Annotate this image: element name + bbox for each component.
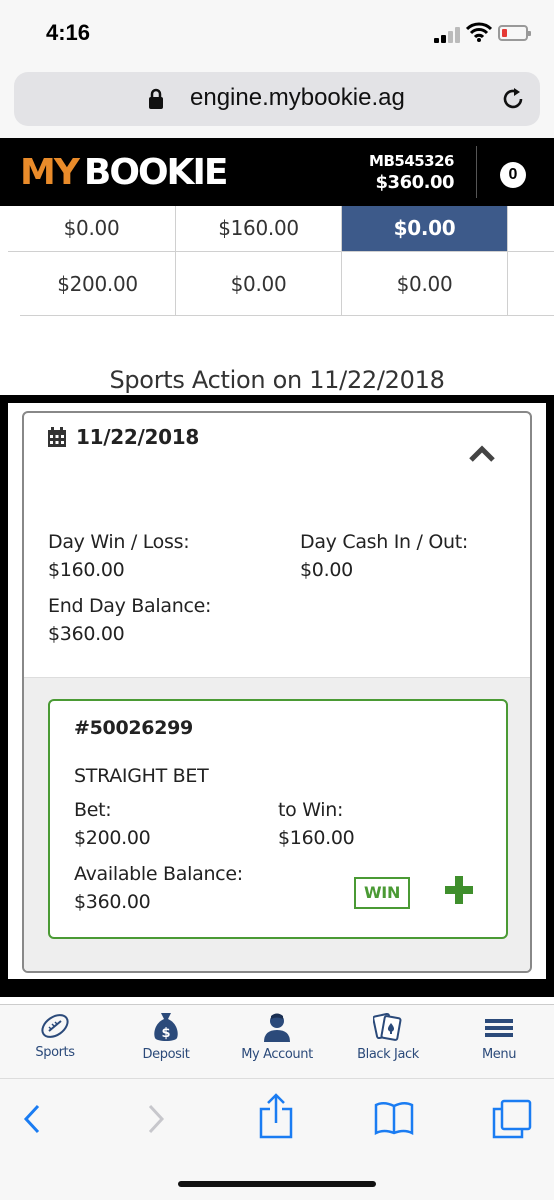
nav-deposit[interactable]: $ Deposit (116, 1011, 216, 1062)
table-cell (508, 252, 554, 316)
bottom-navigation: Sports $ Deposit My Account Black Jack M… (0, 1004, 554, 1078)
available-balance-label: Available Balance: (74, 863, 243, 885)
table-cell: $200.00 (20, 252, 176, 316)
tabs-icon[interactable] (492, 1099, 532, 1139)
svg-text:$: $ (161, 1026, 170, 1041)
status-time: 4:16 (46, 20, 91, 45)
hamburger-icon (485, 1019, 513, 1037)
cards-icon (373, 1012, 402, 1041)
bookmarks-icon[interactable] (374, 1101, 414, 1135)
nav-menu[interactable]: Menu (449, 1011, 549, 1062)
nav-sports[interactable]: Sports (5, 1011, 105, 1060)
summary-table: $0.00 $160.00 $0.00 $200.00 $0.00 $0.00 (0, 206, 554, 316)
mybookie-logo[interactable]: MY BOOKIE (20, 152, 228, 193)
table-cell: $0.00 (8, 206, 176, 252)
status-bar: 4:16 (0, 0, 554, 66)
user-icon (264, 1013, 290, 1042)
calendar-icon (48, 427, 66, 447)
available-balance-value: $360.00 (74, 891, 151, 913)
bet-card[interactable]: #50026299 STRAIGHT BET Bet: $200.00 to W… (48, 699, 508, 939)
day-cash-label: Day Cash In / Out: (300, 531, 469, 553)
table-cell: $0.00 (176, 252, 342, 316)
forward-arrow-icon[interactable] (146, 1103, 166, 1135)
reload-icon[interactable] (500, 86, 526, 112)
wifi-icon (466, 22, 492, 42)
nav-black-jack[interactable]: Black Jack (338, 1011, 438, 1062)
bet-type: STRAIGHT BET (74, 765, 209, 787)
account-balance: $360.00 (375, 172, 455, 193)
day-card: 11/22/2018 Day Win / Loss: $160.00 Day C… (22, 411, 532, 973)
section-title: Sports Action on 11/22/2018 (109, 366, 445, 394)
day-win-loss-label: Day Win / Loss: (48, 531, 190, 553)
header-divider (476, 146, 477, 198)
football-icon (41, 1014, 69, 1038)
table-cell (508, 206, 554, 252)
table-cell: $160.00 (176, 206, 342, 252)
url-text: engine.mybookie.ag (190, 84, 405, 111)
battery-icon (498, 25, 531, 41)
day-date-header[interactable]: 11/22/2018 (48, 425, 199, 449)
lock-icon (149, 88, 163, 109)
bet-slip-count-badge[interactable]: 0 (500, 162, 526, 188)
table-cell-selected: $0.00 (342, 206, 508, 252)
back-arrow-icon[interactable] (22, 1103, 42, 1135)
cellular-signal-icon (434, 27, 460, 43)
end-day-balance-label: End Day Balance: (48, 595, 212, 617)
bet-id: #50026299 (74, 717, 193, 739)
win-status-badge: WIN (354, 877, 410, 909)
address-bar[interactable]: engine.mybookie.ag (14, 72, 540, 126)
nav-my-account[interactable]: My Account (227, 1011, 327, 1062)
browser-address-area: engine.mybookie.ag (0, 66, 554, 138)
money-bag-icon: $ (154, 1013, 178, 1041)
end-day-balance-value: $360.00 (48, 623, 125, 645)
site-header: MY BOOKIE MB545326 $360.00 (0, 138, 554, 206)
bet-amount-value: $200.00 (74, 827, 151, 849)
chevron-up-icon[interactable] (468, 445, 496, 463)
home-indicator (178, 1181, 376, 1187)
bet-amount-label: Bet: (74, 799, 112, 821)
day-cash-value: $0.00 (300, 559, 353, 581)
day-win-loss-value: $160.00 (48, 559, 125, 581)
table-cell: $0.00 (342, 252, 508, 316)
expand-plus-icon[interactable] (444, 875, 474, 905)
to-win-label: to Win: (278, 799, 344, 821)
account-id: MB545326 (369, 152, 454, 170)
to-win-value: $160.00 (278, 827, 355, 849)
share-icon[interactable] (258, 1093, 294, 1139)
